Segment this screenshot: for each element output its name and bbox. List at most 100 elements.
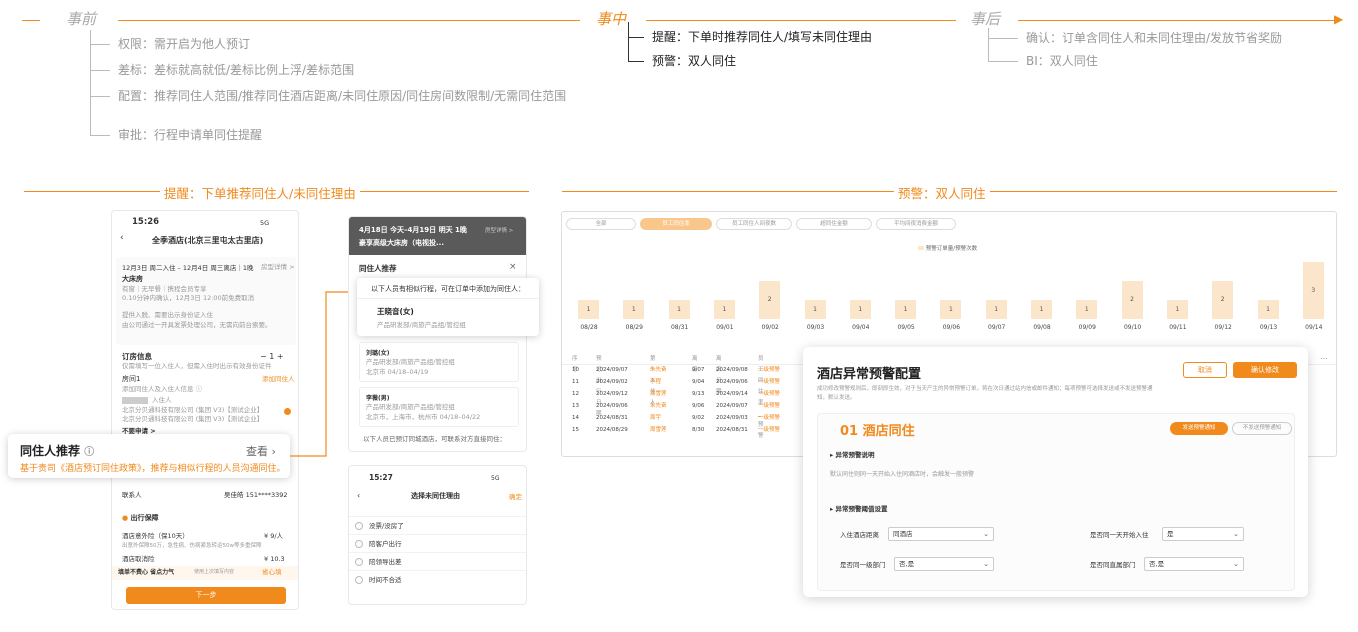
- chart-bar[interactable]: 1: [1166, 300, 1188, 319]
- same-day-value: 是: [1167, 530, 1174, 538]
- before-branch-h4: [90, 135, 110, 136]
- chart-bar[interactable]: 2: [1121, 281, 1143, 319]
- insurance2-name: 酒店取消险: [122, 555, 155, 563]
- chart-bar[interactable]: 3: [1302, 262, 1324, 319]
- hint-divider: [357, 298, 539, 299]
- person-card-3[interactable]: 李薇(男) 产品研发部/商旅产品组/管控组 北京市，上海市，杭州市 04/18–…: [359, 387, 519, 427]
- guarantee-label: 出行保障: [130, 514, 159, 522]
- reason-option-4[interactable]: 时间不合适: [349, 570, 526, 588]
- table-cell: 2024/09/07: [716, 403, 748, 409]
- modal-title: 酒店异常预警配置: [817, 367, 922, 382]
- close-icon[interactable]: ×: [509, 262, 517, 273]
- direct-dept-select[interactable]: 否,是 ⌄: [1144, 557, 1244, 571]
- footer-note: 以下人员已预订同城酒店，可联系对方直接同住：: [363, 435, 506, 443]
- x-tick-label: 08/31: [670, 324, 689, 331]
- chart-bar[interactable]: 1: [578, 300, 599, 319]
- table-row[interactable]: 14 2024/08/31 周宇 9/02 2024/09/03 一级预警: [568, 413, 798, 424]
- x-tick-label: 08/29: [625, 324, 643, 331]
- f2-label: 是否同一天开始入住: [1090, 531, 1149, 539]
- room-type: 大床房: [122, 275, 143, 283]
- chevron-right-icon: ›: [271, 445, 276, 458]
- person-card-2[interactable]: 刘璐(女) 产品研发部/商旅产品组/管控组 北京市 04/18–04/19: [359, 342, 519, 382]
- table-row[interactable]: 10 2024/09/07 朱先奋 9/07 2024/09/08 一级预警: [568, 365, 798, 376]
- timeline-line-3: [646, 20, 956, 21]
- chart-bar[interactable]: 1: [849, 300, 871, 319]
- header-detail-link[interactable]: 房型详情 >: [485, 226, 513, 234]
- after-branch-h2: [988, 61, 1018, 62]
- table-cell: 2024/09/03: [716, 415, 748, 421]
- phase-after-label: 事后: [970, 10, 1001, 28]
- shield-icon: ●: [122, 514, 129, 522]
- chart-bar[interactable]: 1: [1076, 300, 1098, 319]
- guest-role: 入住人: [152, 396, 172, 404]
- qty-stepper[interactable]: − 1 +: [260, 351, 284, 362]
- more-icon[interactable]: ...: [1320, 352, 1328, 361]
- chart-bar[interactable]: 1: [1257, 300, 1279, 319]
- header-dates: 4月18日 今天–4月19日 明天 1晚: [359, 226, 467, 234]
- chart-bar[interactable]: 1: [713, 300, 735, 319]
- table-cell: 2024/08/31: [596, 415, 628, 421]
- next-button[interactable]: 下一步: [126, 587, 286, 604]
- bar-value-label: 1: [586, 306, 591, 313]
- table-cell: 14: [572, 415, 579, 421]
- bar-value-label: 1: [858, 306, 863, 313]
- during-branch-h1: [628, 37, 644, 38]
- status-signal-2: 5G: [491, 475, 500, 482]
- warning-level-badge: 一级预警: [758, 427, 781, 433]
- table-cell: 9/04: [692, 379, 705, 385]
- insurance-price[interactable]: ¥ 9/人: [264, 531, 283, 542]
- chart-bar[interactable]: 1: [940, 300, 962, 319]
- table-cell: 10: [572, 367, 579, 373]
- x-tick-label: 09/01: [716, 324, 734, 331]
- recommend-highlight-card[interactable]: 以下人员有相似行程，可在订单中添加为同住人： 王晓音(女) 产品研发部/商旅产品…: [357, 278, 539, 336]
- back-icon[interactable]: ‹: [120, 233, 124, 244]
- section-left-title: 提醒：下单推荐同住人/未同住理由: [160, 183, 360, 202]
- back-icon-2[interactable]: ‹: [357, 490, 360, 501]
- popup-view-link[interactable]: 查看 ›: [246, 443, 276, 459]
- chart-bar[interactable]: 2: [759, 281, 781, 319]
- insurance2-price[interactable]: ¥ 10.3: [264, 554, 285, 565]
- nosend-notify-toggle[interactable]: 不发送预警通知: [1232, 422, 1292, 435]
- table-cell: 11: [572, 379, 579, 385]
- x-tick-label: 09/14: [1305, 324, 1323, 331]
- distance-select[interactable]: 同酒店 ⌄: [888, 527, 994, 541]
- table-row[interactable]: 15 2024/08/29 周雪莲 8/30 2024/08/31 一级预警: [568, 425, 798, 436]
- bar-value-label: 3: [1311, 287, 1316, 294]
- reason-option-1[interactable]: 没票/没房了: [349, 516, 526, 534]
- chevron-down-icon: ⌄: [983, 530, 989, 538]
- chart-bar[interactable]: 1: [895, 300, 917, 319]
- table-cell: 9/02: [692, 415, 705, 421]
- before-branch-h1: [90, 44, 110, 45]
- table-row[interactable]: 11 2024/09/02 李程 9/04 2024/09/06 一级预警: [568, 377, 798, 388]
- room-detail-link[interactable]: 房型详情 >: [261, 263, 295, 272]
- popup-desc: 基于贵司《酒店预订同住政策》，推荐与相似行程的人员沟通同住。: [20, 464, 286, 474]
- cancel-button[interactable]: 取消: [1183, 362, 1227, 378]
- send-notify-toggle[interactable]: 发送预警通知: [1170, 422, 1228, 435]
- roommate-recommend-popup[interactable]: 同住人推荐 ⓘ 查看 › 基于贵司《酒店预订同住政策》，推荐与相似行程的人员沟通…: [8, 434, 290, 478]
- contact-value[interactable]: 吴佳皓 151****3392: [224, 490, 288, 501]
- table-row[interactable]: 12 2024/09/12 周雪莲 9/13 2024/09/14 一级预警: [568, 389, 798, 400]
- chart-bar[interactable]: 2: [1212, 281, 1234, 319]
- reason-confirm[interactable]: 确定: [509, 491, 522, 501]
- chart-bar[interactable]: 1: [668, 300, 690, 319]
- chart-bar[interactable]: 1: [623, 300, 645, 319]
- status-time: 15:26: [132, 217, 160, 227]
- dim-header: [349, 217, 526, 255]
- room-sub2: 0.10分钟内确认，12月3日 12:00前免费取消: [122, 294, 255, 302]
- person2-route: 北京市 04/18–04/19: [366, 368, 429, 376]
- after-branch-vline: [988, 28, 989, 62]
- reason-option-3[interactable]: 陪领导出差: [349, 552, 526, 570]
- dept-select[interactable]: 否,是 ⌄: [894, 557, 994, 571]
- bar-value-label: 1: [1084, 306, 1089, 313]
- chart-bar[interactable]: 1: [985, 300, 1007, 319]
- chart-bar[interactable]: 1: [804, 300, 826, 319]
- same-day-select[interactable]: 是 ⌄: [1162, 527, 1244, 541]
- person1-name: 王晓音(女): [377, 307, 414, 316]
- after-item-confirm: 确认：订单含同住人和未同住理由/发放节省奖励: [1026, 31, 1283, 45]
- promo-link[interactable]: 省心填: [262, 568, 282, 577]
- reason-option-2[interactable]: 陪客户出行: [349, 534, 526, 552]
- confirm-edit-button[interactable]: 确认修改: [1233, 362, 1297, 378]
- chart-bar[interactable]: 1: [1031, 300, 1052, 319]
- warning-level-badge: 一级预警: [758, 403, 781, 409]
- table-row[interactable]: 13 2024/09/06 朱先奋 9/06 2024/09/07 一级预警: [568, 401, 798, 412]
